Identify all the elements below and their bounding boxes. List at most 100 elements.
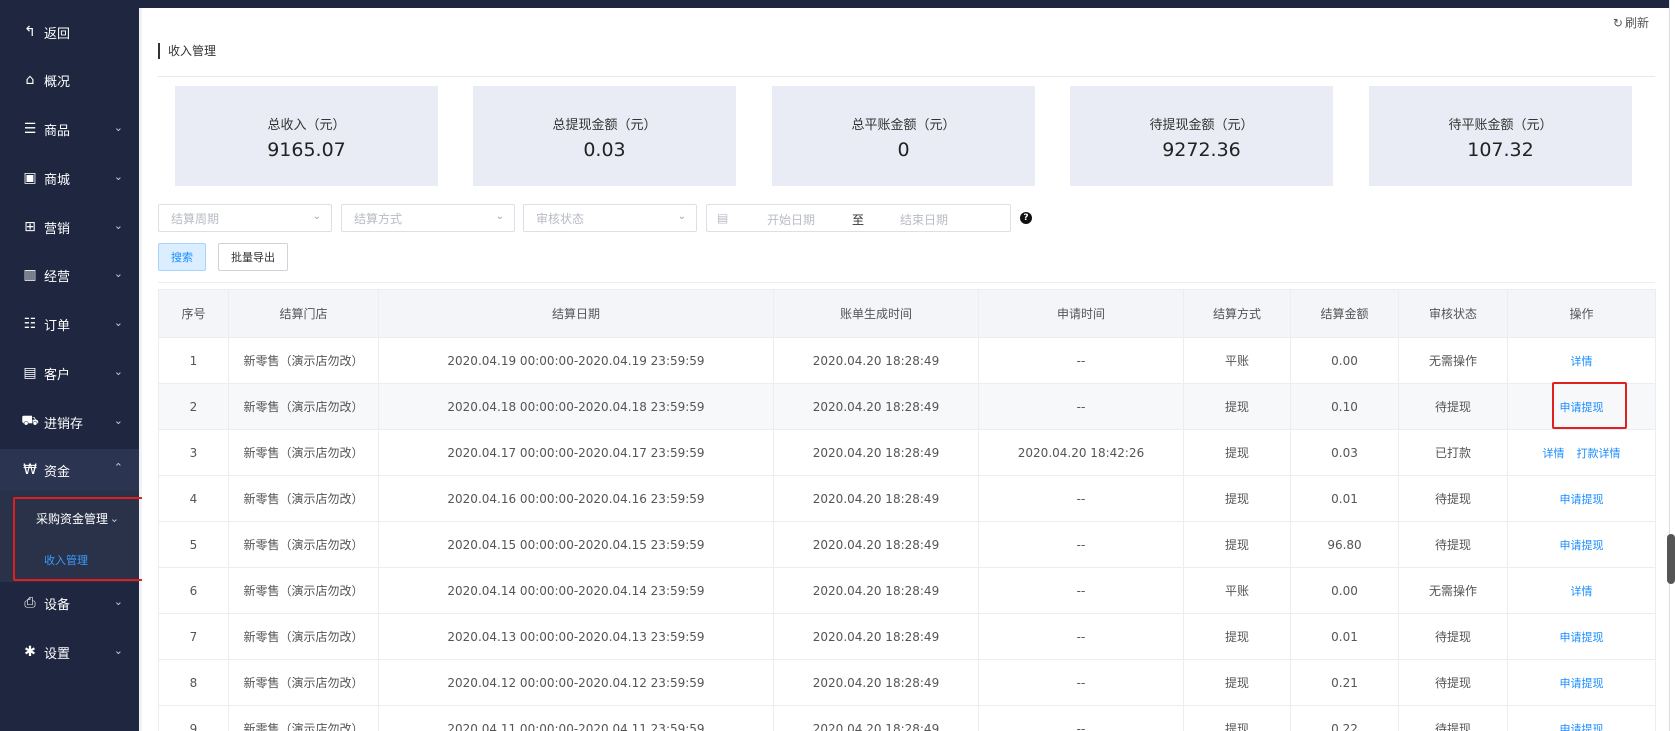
audit-status-select[interactable]: 审核状态 ⌄ — [523, 204, 697, 232]
cell-generated: 2020.04.20 18:28:49 — [773, 383, 979, 430]
apply-withdraw-link[interactable]: 申请提现 — [1560, 677, 1604, 690]
cell-generated: 2020.04.20 18:28:49 — [773, 613, 979, 660]
cell-apply-time: -- — [978, 705, 1184, 731]
sidebar-item-devices[interactable]: ⎙ 设备 ⌄ — [0, 583, 139, 623]
cell-date: 2020.04.14 00:00:00-2020.04.14 23:59:59 — [378, 567, 774, 614]
sidebar-item-overview[interactable]: ⌂ 概况 — [0, 60, 139, 100]
cell-date: 2020.04.13 00:00:00-2020.04.13 23:59:59 — [378, 613, 774, 660]
cell-no: 1 — [158, 337, 229, 384]
stat-value: 0.03 — [583, 139, 626, 161]
stat-card-total-balanced: 总平账金额（元） 0 — [772, 86, 1035, 186]
apply-withdraw-link[interactable]: 申请提现 — [1560, 723, 1604, 731]
detail-link[interactable]: 详情 — [1571, 585, 1593, 598]
cell-generated: 2020.04.20 18:28:49 — [773, 521, 979, 568]
column-header: 结算日期 — [378, 289, 774, 338]
cell-ops: 申请提现 — [1507, 475, 1656, 522]
detail-link[interactable]: 详情 — [1571, 355, 1593, 368]
cell-method: 提现 — [1183, 613, 1291, 660]
sidebar-item-label: 概况 — [44, 74, 71, 90]
apply-withdraw-link[interactable]: 申请提现 — [1560, 631, 1604, 644]
sidebar-item-marketing[interactable]: ⊞ 营销 ⌄ — [0, 207, 139, 247]
chevron-down-icon: ⌄ — [113, 316, 123, 329]
page-scrollbar[interactable] — [1669, 0, 1675, 731]
detail-link[interactable]: 详情 — [1543, 447, 1565, 460]
help-icon[interactable]: ? — [1020, 212, 1032, 224]
table-row: 4 新零售（演示店勿改） 2020.04.16 00:00:00-2020.04… — [158, 475, 1656, 522]
cell-ops: 详情 — [1507, 337, 1656, 384]
date-separator: 至 — [852, 213, 865, 227]
sidebar-item-label: 订单 — [44, 318, 71, 334]
id-card-icon: ▤ — [23, 365, 37, 381]
back-arrow-icon: ↰ — [24, 24, 36, 40]
cell-method: 平账 — [1183, 567, 1291, 614]
cell-method: 提现 — [1183, 383, 1291, 430]
cell-no: 6 — [158, 567, 229, 614]
refresh-button[interactable]: ↻ 刷新 — [1613, 14, 1649, 31]
cell-no: 8 — [158, 659, 229, 706]
cell-no: 4 — [158, 475, 229, 522]
stat-label: 待提现金额（元） — [1149, 118, 1254, 133]
cell-date: 2020.04.16 00:00:00-2020.04.16 23:59:59 — [378, 475, 774, 522]
cell-amount: 0.01 — [1290, 613, 1399, 660]
cell-store: 新零售（演示店勿改） — [228, 659, 379, 706]
refresh-label: 刷新 — [1624, 16, 1649, 30]
income-table: 序号 结算门店 结算日期 账单生成时间 申请时间 结算方式 结算金额 审核状态 … — [158, 289, 1656, 731]
cell-status: 待提现 — [1398, 659, 1508, 706]
sidebar-item-label: 营销 — [44, 221, 71, 237]
cell-apply-time: 2020.04.20 18:42:26 — [978, 429, 1184, 476]
cell-status: 待提现 — [1398, 705, 1508, 731]
stat-label: 待平账金额（元） — [1448, 118, 1553, 133]
table-row: 8 新零售（演示店勿改） 2020.04.12 00:00:00-2020.04… — [158, 659, 1656, 706]
sidebar-item-customers[interactable]: ▤ 客户 ⌄ — [0, 353, 139, 393]
chevron-down-icon: ⌄ — [677, 211, 686, 222]
chevron-down-icon: ⌄ — [113, 170, 123, 183]
cell-apply-time: -- — [978, 475, 1184, 522]
sidebar-item-settings[interactable]: ✱ 设置 ⌄ — [0, 632, 139, 672]
apply-withdraw-link[interactable]: 申请提现 — [1560, 539, 1604, 552]
home-icon: ⌂ — [25, 72, 35, 88]
chevron-down-icon: ⌄ — [113, 121, 123, 134]
sidebar-item-back[interactable]: ↰ 返回 — [0, 12, 139, 52]
cell-amount: 0.03 — [1290, 429, 1399, 476]
column-header: 序号 — [158, 289, 229, 338]
search-button[interactable]: 搜索 — [158, 243, 206, 271]
cell-store: 新零售（演示店勿改） — [228, 429, 379, 476]
cell-store: 新零售（演示店勿改） — [228, 475, 379, 522]
cell-generated: 2020.04.20 18:28:49 — [773, 337, 979, 384]
printer-icon: ⎙ — [24, 595, 36, 611]
cell-no: 5 — [158, 521, 229, 568]
sidebar-item-funds[interactable]: ₩ 资金 ⌃ — [0, 449, 139, 491]
sidebar-item-orders[interactable]: ☷ 订单 ⌄ — [0, 304, 139, 344]
sidebar-item-mall[interactable]: ▣ 商城 ⌄ — [0, 158, 139, 198]
sidebar-item-inventory[interactable]: ⛟ 进销存 ⌄ — [0, 402, 139, 442]
main-content: ↻ 刷新 收入管理 总收入（元） 9165.07 总提现金额（元） 0.03 总… — [142, 8, 1669, 731]
cell-status: 无需操作 — [1398, 567, 1508, 614]
payment-detail-link[interactable]: 打款详情 — [1577, 447, 1621, 460]
cell-ops: 详情 — [1507, 567, 1656, 614]
cell-amount: 0.00 — [1290, 337, 1399, 384]
table-row: 1 新零售（演示店勿改） 2020.04.19 00:00:00-2020.04… — [158, 337, 1656, 384]
stat-value: 9165.07 — [267, 139, 346, 161]
cell-generated: 2020.04.20 18:28:49 — [773, 429, 979, 476]
scrollbar-thumb[interactable] — [1667, 534, 1675, 584]
truck-icon: ⛟ — [21, 413, 39, 429]
cell-apply-time: -- — [978, 659, 1184, 706]
sidebar-item-operation[interactable]: ▥ 经营 ⌄ — [0, 255, 139, 295]
cell-ops: 申请提现 — [1507, 613, 1656, 660]
apply-withdraw-link[interactable]: 申请提现 — [1560, 493, 1604, 506]
cell-amount: 0.00 — [1290, 567, 1399, 614]
start-date-input[interactable]: 开始日期 — [767, 211, 815, 228]
divider — [158, 282, 1655, 283]
sidebar-item-goods[interactable]: ☰ 商品 ⌄ — [0, 109, 139, 149]
cell-method: 提现 — [1183, 521, 1291, 568]
stat-label: 总收入（元） — [267, 118, 346, 133]
settlement-period-select[interactable]: 结算周期 ⌄ — [158, 204, 332, 232]
table-header-row: 序号 结算门店 结算日期 账单生成时间 申请时间 结算方式 结算金额 审核状态 … — [158, 289, 1656, 338]
end-date-input[interactable]: 结束日期 — [900, 211, 948, 228]
date-range-picker[interactable]: ▤ 开始日期 至 结束日期 — [706, 204, 1011, 232]
batch-export-button[interactable]: 批量导出 — [218, 243, 288, 271]
settlement-method-select[interactable]: 结算方式 ⌄ — [341, 204, 515, 232]
shopping-bag-icon: ▣ — [23, 170, 37, 186]
cell-store: 新零售（演示店勿改） — [228, 705, 379, 731]
column-header: 审核状态 — [1398, 289, 1508, 338]
